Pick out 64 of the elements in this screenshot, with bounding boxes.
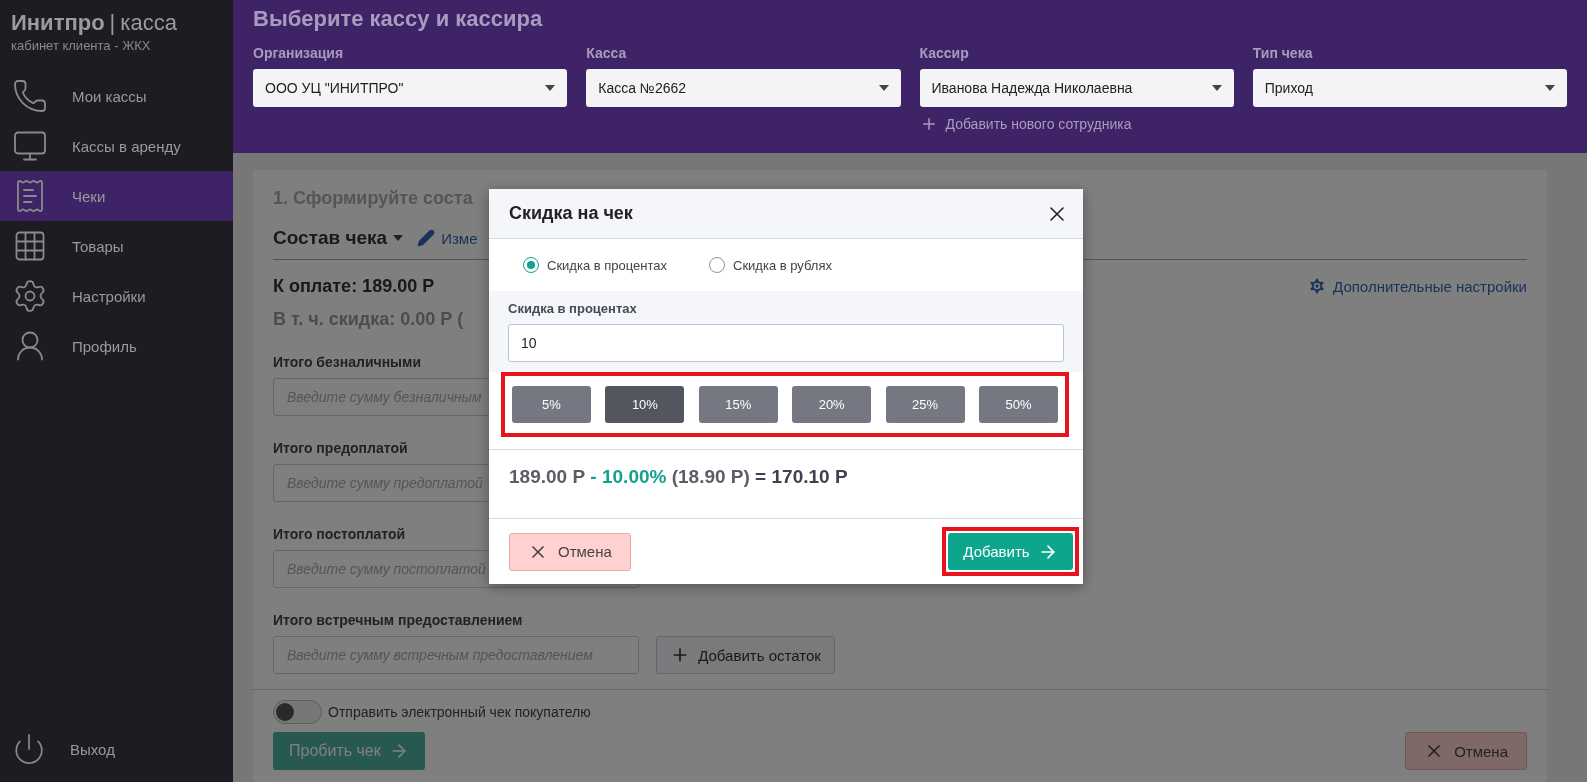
cancel-button[interactable]: Отмена: [1405, 732, 1527, 770]
preset-button[interactable]: 10%: [605, 386, 685, 423]
payment-label: Итого безналичными: [273, 354, 422, 370]
select-label: Организация: [253, 45, 345, 61]
select-label: Тип чека: [1252, 45, 1314, 61]
pencil-icon: [417, 229, 436, 247]
radio-option[interactable]: Скидка в рублях: [709, 257, 832, 273]
select-label: Кассир: [919, 45, 970, 61]
cancel-button[interactable]: Отмена: [509, 532, 631, 571]
add-button[interactable]: Добавить: [948, 533, 1073, 570]
sidebar-item-label: Профиль: [72, 337, 137, 355]
radio-label: Скидка в процентах: [547, 257, 667, 273]
select-field[interactable]: Приход: [1252, 69, 1567, 107]
preset-button[interactable]: 15%: [698, 386, 778, 423]
payment-label: Итого встречным предоставлением: [273, 612, 524, 628]
caret-icon: [1545, 85, 1555, 91]
sidebar-item[interactable]: Настройки: [0, 271, 233, 321]
logo-text: Инитпро: [11, 10, 105, 36]
caret-icon: [393, 235, 404, 241]
edit-link[interactable]: Изме: [417, 229, 478, 247]
add-remainder-button[interactable]: Добавить остаток: [656, 636, 835, 674]
sidebar-item[interactable]: Товары: [0, 221, 233, 271]
sidebar-item[interactable]: Чеки: [0, 171, 233, 221]
preset-button[interactable]: 5%: [512, 386, 591, 423]
payment-label: Итого предоплатой: [273, 440, 409, 456]
logout-item[interactable]: Выход: [0, 724, 233, 774]
amount-due: К оплате: 189.00 Р: [273, 276, 436, 297]
caret-icon: [1211, 85, 1222, 91]
toggle-switch[interactable]: [273, 700, 322, 724]
caret-icon: [545, 85, 556, 91]
radio-option[interactable]: Скидка в процентах: [523, 257, 667, 273]
page-title: Выберите кассу и кассира: [253, 6, 544, 32]
discount-input[interactable]: 10: [508, 324, 1064, 362]
select-field[interactable]: ООО УЦ "ИНИТПРО": [253, 69, 568, 107]
logo-subtext: касса: [120, 10, 177, 36]
sidebar-item[interactable]: Кассы в аренду: [0, 121, 233, 171]
logo-separator: |: [109, 10, 116, 36]
field-label: Скидка в процентах: [508, 301, 638, 316]
sidebar-item-label: Чеки: [72, 187, 106, 205]
composition-dropdown[interactable]: Состав чека: [273, 227, 404, 249]
sidebar-item-label: Мои кассы: [72, 87, 147, 105]
payment-label: Итого постоплатой: [273, 526, 407, 542]
phone-icon: [12, 78, 48, 114]
toggle-label: Отправить электронный чек покупателю: [328, 704, 591, 720]
preset-button[interactable]: 50%: [978, 386, 1058, 423]
select-field[interactable]: Касса №2662: [586, 69, 901, 107]
select-field[interactable]: Иванова Надежда Николаевна: [919, 69, 1234, 107]
sidebar-item[interactable]: Мои кассы: [0, 71, 233, 121]
cabinet-subtitle: кабинет клиента - ЖКХ: [10, 38, 152, 53]
discount-result: 189.00 Р - 10.00% (18.90 Р) = 170.10 Р: [489, 450, 1083, 519]
radio-label: Скидка в рублях: [733, 257, 832, 273]
dialog-title: Скидка на чек: [509, 203, 633, 224]
caret-icon: [878, 85, 889, 91]
logout-label: Выход: [70, 740, 115, 758]
sidebar-item-label: Настройки: [72, 287, 146, 305]
preset-button[interactable]: 20%: [792, 386, 872, 423]
add-employee-link[interactable]: Добавить нового сотрудника: [919, 115, 1234, 133]
select-label: Касса: [586, 45, 628, 61]
sidebar-item-label: Кассы в аренду: [72, 137, 181, 155]
power-icon: [12, 732, 46, 766]
extra-settings-link[interactable]: Дополнительные настройки: [1307, 276, 1527, 296]
preset-button[interactable]: 25%: [885, 386, 965, 423]
sidebar-item[interactable]: Профиль: [0, 321, 233, 371]
sidebar-item-label: Товары: [72, 237, 124, 255]
